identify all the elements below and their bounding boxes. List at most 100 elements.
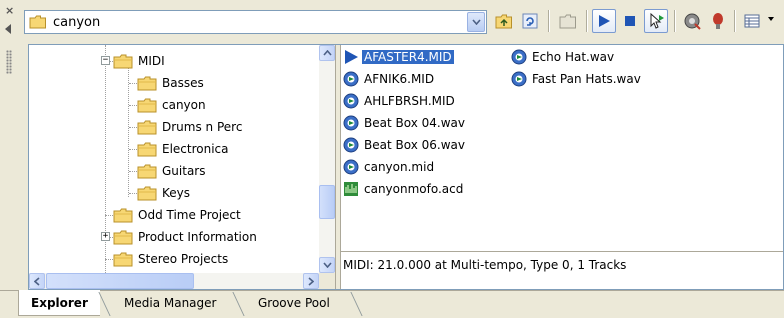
audio-file-icon — [343, 137, 359, 153]
scroll-up-button[interactable] — [319, 45, 335, 61]
tree-item-label: Keys — [162, 186, 191, 200]
chevron-right-icon — [308, 276, 314, 286]
audio-file-icon — [343, 159, 359, 175]
tree-item[interactable]: canyon — [137, 95, 206, 115]
collapse-arrow-icon[interactable] — [5, 24, 11, 34]
tab-explorer[interactable]: Explorer — [18, 290, 100, 316]
browser-panel: MIDI − Basses canyon Drums n Perc Electronica… — [28, 44, 784, 290]
tree-item-label: MIDI — [138, 54, 165, 68]
stop-button[interactable] — [618, 9, 642, 33]
tab-groove-pool[interactable]: Groove Pool — [246, 290, 356, 316]
tree-vertical-scrollbar[interactable] — [319, 45, 335, 273]
close-icon[interactable]: × — [5, 5, 14, 16]
drag-grip-icon[interactable] — [6, 50, 12, 74]
play-button[interactable] — [592, 9, 616, 33]
scrollbar-corner — [319, 273, 335, 289]
tree-item[interactable]: Drums n Perc — [137, 117, 242, 137]
folder-tree-list: MIDI − Basses canyon Drums n Perc Electronica… — [29, 45, 319, 273]
dock-grip-column: × — [0, 0, 18, 290]
scroll-right-button[interactable] — [303, 273, 319, 289]
folder-icon — [113, 252, 133, 266]
folder-icon — [29, 15, 46, 29]
new-folder-button[interactable] — [556, 9, 580, 33]
folder-icon — [137, 186, 157, 200]
scroll-left-button[interactable] — [29, 273, 45, 289]
auto-preview-button[interactable] — [644, 9, 668, 33]
tree-item[interactable]: Keys — [137, 183, 190, 203]
chevron-left-icon — [34, 276, 40, 286]
tree-horizontal-scrollbar[interactable] — [29, 273, 319, 289]
play-triangle-icon — [343, 49, 359, 65]
file-item[interactable]: canyonmofo.acd — [343, 179, 465, 199]
tab-label: Media Manager — [124, 296, 217, 310]
play-icon — [599, 15, 610, 27]
file-item[interactable]: Beat Box 04.wav — [343, 113, 467, 133]
collapse-icon[interactable]: − — [101, 56, 110, 65]
status-text: MIDI: 21.0.000 at Multi-tempo, Type 0, 1… — [343, 258, 627, 272]
expand-icon[interactable]: + — [101, 232, 110, 241]
views-dropdown-icon[interactable] — [768, 17, 774, 21]
address-value[interactable]: canyon — [53, 15, 100, 30]
scroll-thumb[interactable] — [319, 185, 335, 219]
audio-file-icon — [343, 115, 359, 131]
tree-item[interactable]: Basses — [137, 73, 204, 93]
tree-item-label: Electronica — [162, 142, 229, 156]
scroll-down-button[interactable] — [319, 257, 335, 273]
file-item[interactable]: AFNIK6.MID — [343, 69, 436, 89]
tree-item-label: Odd Time Project — [138, 208, 241, 222]
file-item-label: Echo Hat.wav — [532, 50, 615, 64]
tree-item-label: Basses — [162, 76, 204, 90]
tree-item[interactable]: Odd Time Project — [113, 205, 241, 225]
status-bar: MIDI: 21.0.000 at Multi-tempo, Type 0, 1… — [341, 251, 783, 289]
tab-label: Explorer — [31, 295, 88, 310]
views-button[interactable] — [740, 9, 764, 33]
folder-icon — [113, 230, 133, 244]
tree-item[interactable]: Product Information — [113, 227, 257, 247]
favorites-icon — [713, 13, 723, 29]
folder-icon — [137, 76, 157, 90]
views-icon — [744, 14, 760, 28]
address-dropdown-button[interactable] — [467, 12, 485, 32]
refresh-button[interactable] — [518, 9, 542, 33]
file-item[interactable]: canyon.mid — [343, 157, 436, 177]
scroll-thumb-horizontal[interactable] — [46, 273, 194, 289]
refresh-icon — [522, 13, 538, 29]
file-item-label: Fast Pan Hats.wav — [532, 72, 641, 86]
audio-file-icon — [343, 93, 359, 109]
tree-item[interactable]: Guitars — [137, 161, 205, 181]
window-tabs: Explorer Media Manager Groove Pool — [0, 290, 784, 318]
folder-tree: MIDI − Basses canyon Drums n Perc Electronica… — [29, 45, 335, 289]
folder-icon — [137, 142, 157, 156]
tree-item[interactable]: Electronica — [137, 139, 229, 159]
up-folder-button[interactable] — [492, 9, 516, 33]
file-item[interactable]: Beat Box 06.wav — [343, 135, 467, 155]
address-combobox[interactable]: canyon — [24, 10, 487, 34]
tree-item-label: Stereo Projects — [138, 252, 229, 266]
explorer-window: × canyon MIDI − Basses canyon Drums n Pe… — [0, 0, 784, 318]
chevron-down-icon — [471, 19, 481, 25]
up-folder-icon — [495, 14, 512, 29]
file-item-label: AFASTER4.MID — [362, 50, 454, 64]
chevron-up-icon — [322, 50, 332, 56]
file-item-label: AHLFBRSH.MID — [364, 94, 455, 108]
file-item[interactable]: Fast Pan Hats.wav — [511, 69, 643, 89]
add-to-project-icon — [684, 13, 701, 30]
audio-file-icon — [511, 71, 527, 87]
file-item-label: canyon.mid — [364, 160, 435, 174]
tree-item-label: Guitars — [162, 164, 206, 178]
add-to-project-button[interactable] — [680, 9, 704, 33]
favorites-button[interactable] — [706, 9, 730, 33]
tab-media-manager[interactable]: Media Manager — [112, 290, 234, 316]
chevron-down-icon — [322, 262, 332, 268]
auto-preview-icon — [650, 12, 664, 29]
tree-item[interactable]: Stereo Projects — [113, 249, 228, 269]
file-list: AFASTER4.MID AFNIK6.MID AHLFBRSH.MID Beat B… — [341, 45, 783, 251]
folder-icon — [113, 208, 133, 222]
file-item-label: canyonmofo.acd — [364, 182, 464, 196]
stop-icon — [625, 16, 635, 26]
file-item[interactable]: AFASTER4.MID — [343, 47, 454, 67]
file-item[interactable]: Echo Hat.wav — [511, 47, 616, 67]
tree-item[interactable]: MIDI — [113, 51, 165, 71]
file-item-label: Beat Box 04.wav — [364, 116, 465, 130]
file-item[interactable]: AHLFBRSH.MID — [343, 91, 457, 111]
